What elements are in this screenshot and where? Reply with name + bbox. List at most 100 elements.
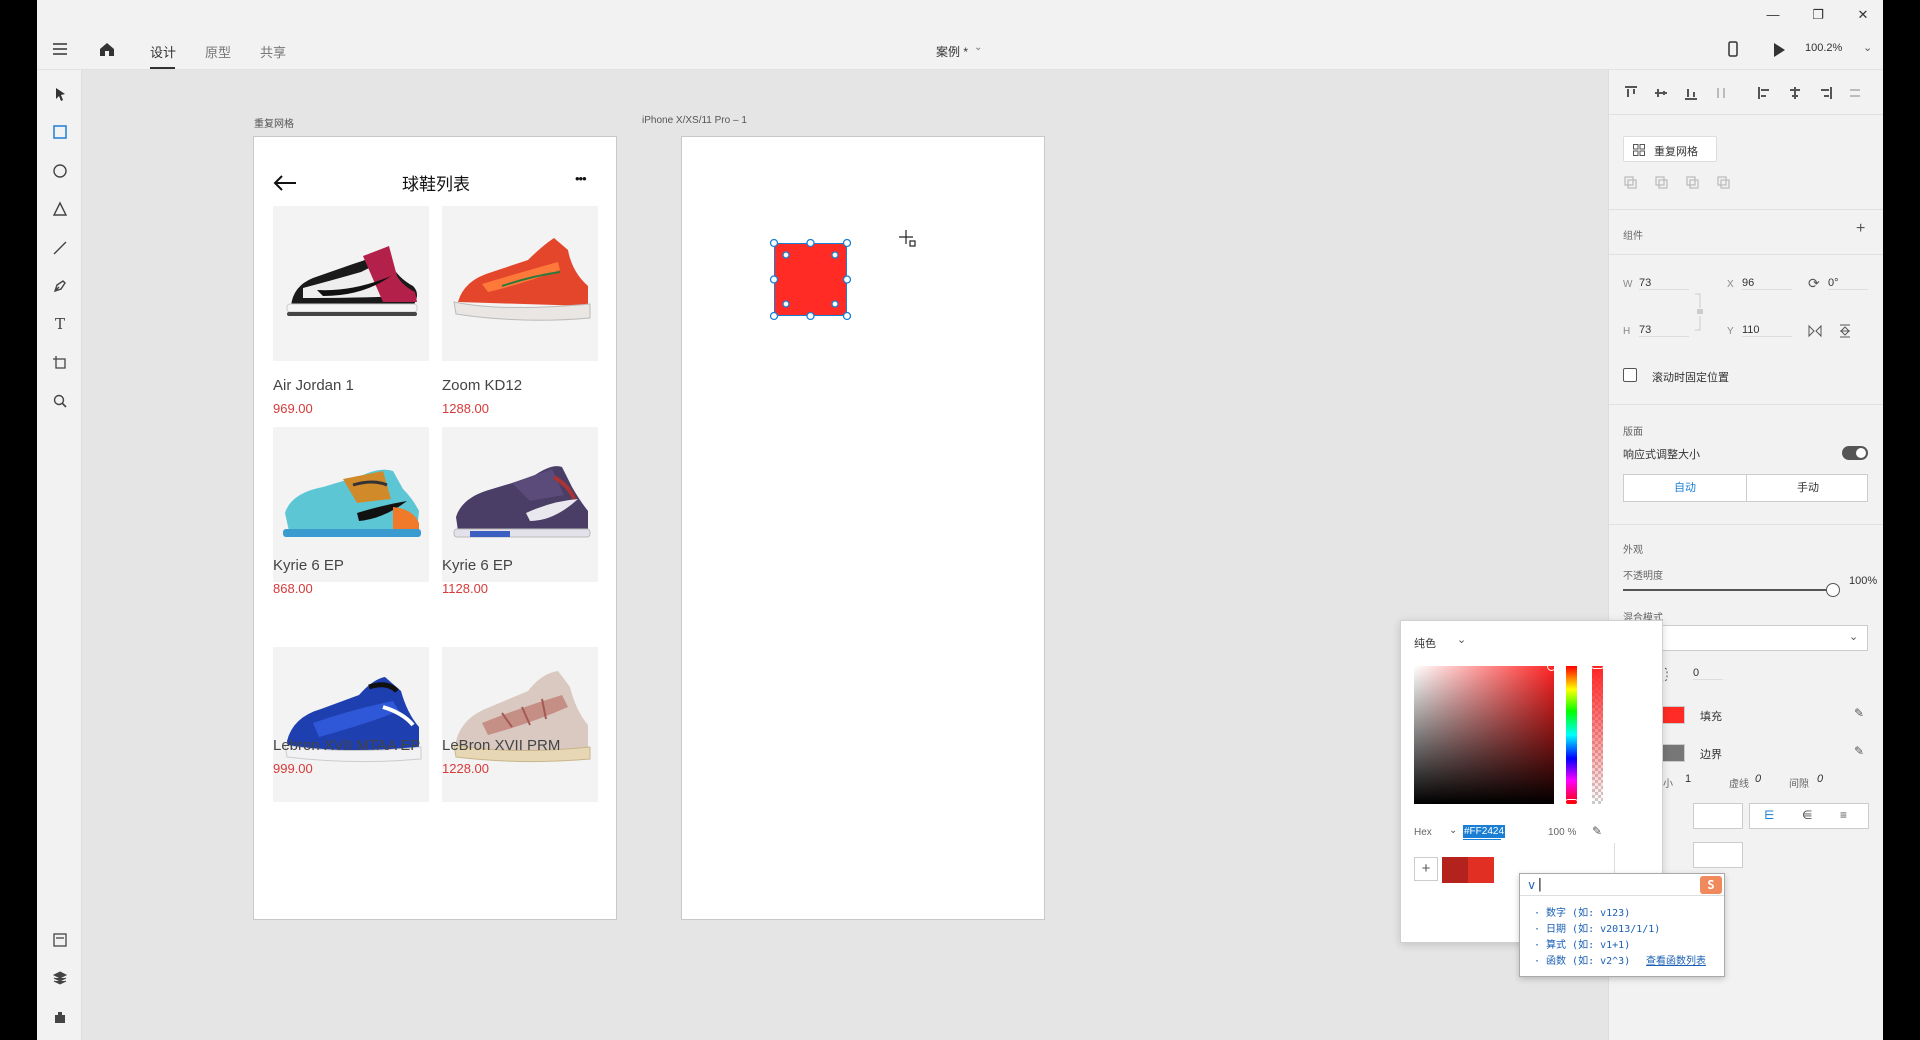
tab-design[interactable]: 设计 [150, 42, 176, 61]
restore-button[interactable]: ❐ [1798, 3, 1838, 27]
hue-slider[interactable] [1565, 666, 1578, 805]
close-button[interactable]: ✕ [1843, 3, 1883, 27]
lock-aspect-icon[interactable] [1693, 292, 1705, 332]
x-field[interactable]: 96 [1742, 277, 1792, 290]
artboard-tool-icon[interactable] [49, 352, 71, 374]
select-tool-icon[interactable] [49, 83, 71, 105]
device-preview-icon[interactable] [1726, 41, 1740, 58]
color-format-select[interactable]: Hex [1414, 827, 1432, 838]
boolean-ops-icons[interactable] [1624, 176, 1734, 190]
stroke-position-buttons[interactable] [1693, 803, 1743, 829]
function-list-link[interactable]: 查看函数列表 [1646, 952, 1706, 967]
tab-share[interactable]: 共享 [260, 42, 286, 61]
product-price: 868.00 [273, 581, 313, 596]
plugins-icon[interactable] [49, 1006, 71, 1028]
alpha-input[interactable]: 100 % [1548, 827, 1576, 838]
corner-radius-field[interactable]: 0 [1693, 667, 1723, 680]
color-mode-select[interactable]: 纯色 [1414, 635, 1436, 651]
rectangle-tool-icon[interactable] [49, 121, 71, 143]
hint-function[interactable]: · 函数 (如: v2^3) [1534, 952, 1630, 967]
line-cap-buttons[interactable] [1693, 842, 1743, 868]
align-center-icon[interactable] [1786, 86, 1804, 104]
align-right-icon[interactable] [1816, 86, 1834, 104]
stroke-outside-icon[interactable]: ≡ [1840, 808, 1847, 822]
responsive-resize-toggle[interactable] [1842, 446, 1868, 460]
align-left-icon[interactable] [1756, 86, 1774, 104]
stroke-inside-icon[interactable]: ⋿ [1764, 808, 1774, 822]
zoom-tool-icon[interactable] [49, 390, 71, 412]
shoe-image-zoom-kd12[interactable] [442, 206, 598, 361]
minimize-button[interactable]: — [1753, 3, 1793, 27]
opacity-slider[interactable] [1623, 589, 1833, 591]
hex-input[interactable]: #FF2424 [1463, 825, 1506, 838]
zoom-level[interactable]: 100.2% [1805, 42, 1842, 54]
height-field[interactable]: 73 [1639, 324, 1689, 337]
zoom-chevron-icon[interactable]: ⌄ [1863, 41, 1872, 54]
design-canvas[interactable]: 重复网格 iPhone X/XS/11 Pro – 1 球鞋列表 ••• Air… [82, 70, 1608, 1040]
distribute-vertical-icon[interactable] [1712, 86, 1730, 104]
artboard-shoe-list[interactable]: 球鞋列表 ••• Air Jordan 1 969.00 Zoom KD12 1… [253, 136, 617, 920]
alpha-slider[interactable] [1591, 663, 1604, 804]
eyedropper-icon[interactable]: ✎ [1592, 824, 1602, 838]
home-icon[interactable] [98, 40, 116, 58]
align-bottom-icon[interactable] [1682, 86, 1700, 104]
assets-icon[interactable] [49, 929, 71, 951]
add-swatch-button[interactable]: + [1414, 857, 1438, 881]
stroke-align-buttons[interactable]: ⋿ ⋹ ≡ [1749, 803, 1869, 829]
hint-number[interactable]: · 数字 (如: v123) [1534, 904, 1630, 919]
distribute-horizontal-icon[interactable] [1846, 86, 1864, 104]
color-swatch[interactable] [1442, 857, 1468, 883]
title-bar: — ❐ ✕ [37, 0, 1883, 30]
artboard-label-repeat-grid[interactable]: 重复网格 [254, 115, 294, 130]
align-middle-icon[interactable] [1652, 86, 1670, 104]
more-icon[interactable]: ••• [575, 171, 587, 186]
text-tool-icon[interactable]: T [49, 313, 71, 335]
add-component-icon[interactable]: + [1856, 220, 1865, 238]
shoe-image-lebron-prm[interactable] [442, 647, 598, 802]
shoe-image-lebron-mtaa[interactable] [273, 647, 429, 802]
flip-icons[interactable] [1808, 324, 1858, 338]
y-field[interactable]: 110 [1742, 324, 1792, 337]
shoe-image-air-jordan[interactable] [273, 206, 429, 361]
gap-value[interactable]: 0 [1817, 773, 1823, 785]
hint-formula[interactable]: · 算式 (如: v1+1) [1534, 936, 1630, 951]
color-picker-handle[interactable] [1547, 662, 1556, 671]
tab-prototype[interactable]: 原型 [205, 42, 231, 61]
layers-icon[interactable] [49, 967, 71, 989]
hint-date[interactable]: · 日期 (如: v2013/1/1) [1534, 920, 1660, 935]
opacity-slider-thumb[interactable] [1826, 583, 1840, 597]
document-title[interactable]: 案例 * [936, 43, 968, 60]
pen-tool-icon[interactable] [49, 275, 71, 297]
chevron-down-icon[interactable]: ⌄ [1449, 825, 1457, 836]
repeat-grid-button[interactable]: 重复网格 [1623, 136, 1717, 162]
color-swatch[interactable] [1468, 857, 1494, 883]
dash-value[interactable]: 0 [1755, 773, 1761, 785]
align-top-icon[interactable] [1622, 86, 1640, 104]
saturation-brightness-picker[interactable] [1414, 662, 1556, 804]
hamburger-menu-icon[interactable] [51, 40, 69, 58]
artboard-label-iphone[interactable]: iPhone X/XS/11 Pro – 1 [642, 115, 747, 126]
chevron-down-icon[interactable]: ⌄ [1457, 633, 1466, 646]
polygon-tool-icon[interactable] [49, 198, 71, 220]
eyedropper-icon[interactable]: ✎ [1854, 744, 1864, 758]
chevron-down-icon[interactable]: ⌄ [974, 42, 982, 53]
rotation-field[interactable]: 0° [1828, 277, 1868, 290]
border-size-value[interactable]: 1 [1685, 773, 1691, 785]
opacity-value[interactable]: 100% [1849, 575, 1877, 587]
fix-position-checkbox[interactable] [1623, 368, 1637, 382]
selected-rectangle[interactable] [769, 238, 852, 321]
artboard-iphone[interactable] [681, 136, 1045, 920]
fix-position-label: 滚动时固定位置 [1652, 372, 1729, 384]
manual-button[interactable]: 手动 [1747, 475, 1869, 501]
alpha-slider-thumb[interactable] [1591, 663, 1604, 669]
hue-slider-thumb[interactable] [1565, 799, 1578, 805]
line-tool-icon[interactable] [49, 237, 71, 259]
eyedropper-icon[interactable]: ✎ [1854, 706, 1864, 720]
stroke-center-icon[interactable]: ⋹ [1802, 808, 1812, 822]
play-icon[interactable] [1772, 41, 1786, 58]
width-field[interactable]: 73 [1639, 277, 1689, 290]
product-price: 969.00 [273, 401, 313, 416]
hint-input-row[interactable]: v | [1520, 874, 1724, 896]
auto-button[interactable]: 自动 [1624, 475, 1746, 501]
ellipse-tool-icon[interactable] [49, 160, 71, 182]
